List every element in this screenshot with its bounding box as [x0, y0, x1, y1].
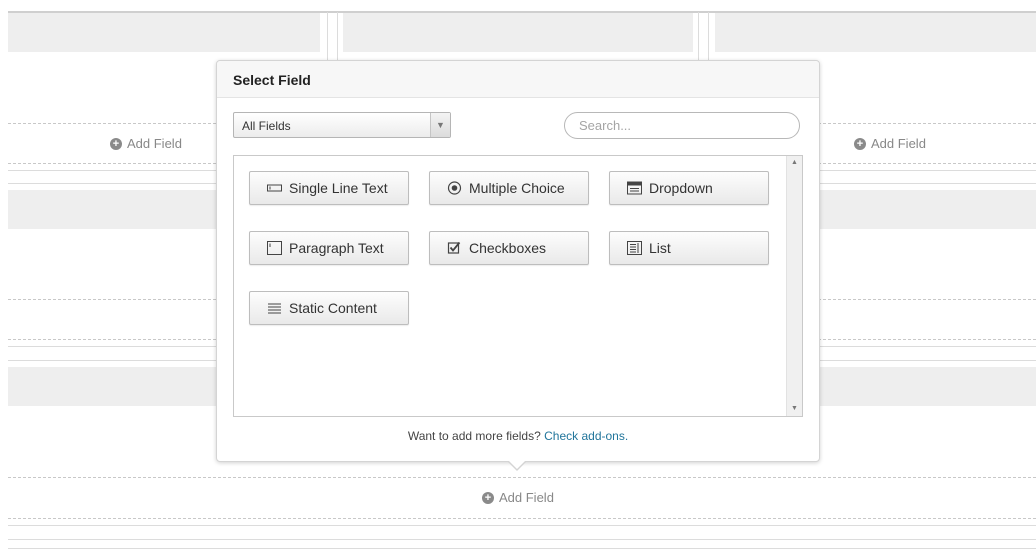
field-search-input[interactable]	[564, 112, 800, 139]
field-label: Static Content	[289, 300, 377, 316]
row-divider	[8, 548, 1036, 549]
checkboxes-button[interactable]: Checkboxes	[429, 231, 589, 265]
add-field-button[interactable]: + Add Field	[854, 136, 926, 151]
dropdown-icon	[627, 181, 642, 195]
chevron-down-icon[interactable]: ▼	[430, 113, 450, 137]
field-placeholder	[715, 13, 1036, 52]
scroll-down-icon[interactable]: ▼	[787, 402, 802, 416]
radio-icon	[447, 181, 462, 195]
paragraph-text-button[interactable]: Paragraph Text	[249, 231, 409, 265]
list-button[interactable]: List	[609, 231, 769, 265]
multiple-choice-button[interactable]: Multiple Choice	[429, 171, 589, 205]
field-label: Paragraph Text	[289, 240, 384, 256]
column-divider	[337, 12, 338, 60]
static-content-icon	[268, 303, 281, 314]
plus-icon: +	[110, 137, 122, 150]
column-divider	[327, 12, 328, 60]
plus-icon: +	[854, 137, 866, 150]
dropdown-button[interactable]: Dropdown	[609, 171, 769, 205]
paragraph-text-icon	[267, 241, 282, 255]
popup-pointer-inner	[508, 460, 526, 469]
field-placeholder	[343, 13, 693, 52]
field-category-value: All Fields	[242, 119, 291, 133]
row-divider	[8, 539, 1036, 540]
single-line-text-icon	[267, 184, 282, 192]
single-line-text-button[interactable]: Single Line Text	[249, 171, 409, 205]
check-add-ons-link[interactable]: Check add-ons.	[544, 429, 628, 443]
field-list: Single Line Text Multiple Choice Dropdow…	[233, 155, 803, 417]
row-divider	[8, 525, 1036, 526]
field-label: Dropdown	[649, 180, 713, 196]
field-label: Multiple Choice	[469, 180, 565, 196]
plus-icon: +	[482, 491, 494, 504]
drop-zone-border	[8, 518, 1036, 519]
drop-zone-border	[8, 477, 1036, 478]
popup-title: Select Field	[233, 72, 311, 88]
checkbox-icon	[447, 241, 461, 254]
column-divider	[708, 12, 709, 60]
add-field-button[interactable]: + Add Field	[482, 490, 554, 505]
popup-footer: Want to add more fields? Check add-ons.	[217, 429, 819, 443]
footer-text: Want to add more fields?	[407, 429, 541, 443]
field-list-scrollbar[interactable]: ▲ ▼	[786, 156, 802, 416]
field-label: List	[649, 240, 671, 256]
select-field-popup: Select Field All Fields ▼ Single Line Te…	[216, 60, 820, 471]
add-field-label: Add Field	[499, 490, 554, 505]
add-field-label: Add Field	[127, 136, 182, 151]
field-category-select[interactable]: All Fields ▼	[233, 112, 451, 138]
list-icon	[627, 241, 642, 255]
field-label: Checkboxes	[469, 240, 547, 256]
static-content-button[interactable]: Static Content	[249, 291, 409, 325]
column-divider	[698, 12, 699, 60]
scroll-up-icon[interactable]: ▲	[787, 156, 802, 170]
add-field-button[interactable]: + Add Field	[110, 136, 182, 151]
add-field-label: Add Field	[871, 136, 926, 151]
popup-header: Select Field	[217, 61, 819, 98]
field-label: Single Line Text	[289, 180, 388, 196]
field-placeholder	[8, 13, 320, 52]
